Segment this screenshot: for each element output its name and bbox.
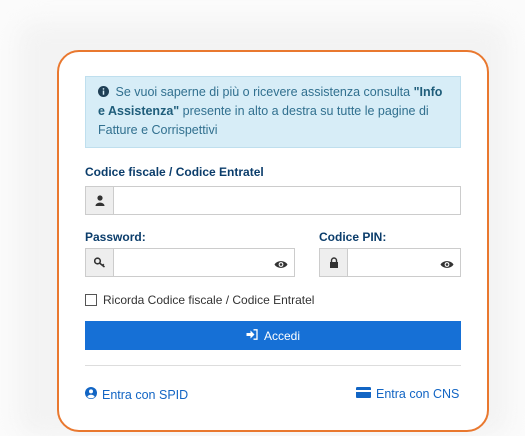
spid-link[interactable]: Entra con SPID: [85, 387, 188, 402]
accedi-button[interactable]: Accedi: [85, 321, 461, 350]
sign-in-icon: [246, 328, 258, 343]
lock-icon: [320, 249, 348, 276]
codice-fiscale-label: Codice fiscale / Codice Entratel: [85, 165, 264, 179]
codice-fiscale-input[interactable]: [114, 187, 462, 214]
cns-link-label[interactable]: Entra con CNS: [376, 387, 459, 401]
pin-field[interactable]: [319, 248, 461, 277]
pin-label: Codice PIN:: [319, 230, 387, 244]
info-alert: Se vuoi saperne di più o ricevere assist…: [85, 76, 461, 148]
key-icon: [86, 249, 114, 276]
user-icon: [86, 187, 114, 214]
remember-label[interactable]: Ricorda Codice fiscale / Codice Entratel: [103, 293, 314, 307]
codice-fiscale-field[interactable]: [85, 186, 462, 215]
id-card-icon: [356, 387, 371, 401]
password-field[interactable]: [85, 248, 295, 277]
remember-checkbox[interactable]: [85, 294, 97, 306]
eye-icon[interactable]: [440, 257, 454, 268]
divider: [85, 365, 461, 366]
password-label: Password:: [85, 230, 146, 244]
info-icon: [98, 85, 112, 99]
accedi-label: Accedi: [263, 328, 301, 343]
cns-link[interactable]: Entra con CNS: [356, 387, 459, 401]
user-circle-icon: [85, 387, 97, 402]
remember-row[interactable]: Ricorda Codice fiscale / Codice Entratel: [85, 293, 314, 307]
spid-link-label[interactable]: Entra con SPID: [102, 388, 188, 402]
info-text-before: Se vuoi saperne di più o ricevere assist…: [115, 85, 414, 99]
password-input[interactable]: [114, 249, 272, 276]
eye-icon[interactable]: [274, 257, 288, 268]
pin-input[interactable]: [348, 249, 438, 276]
